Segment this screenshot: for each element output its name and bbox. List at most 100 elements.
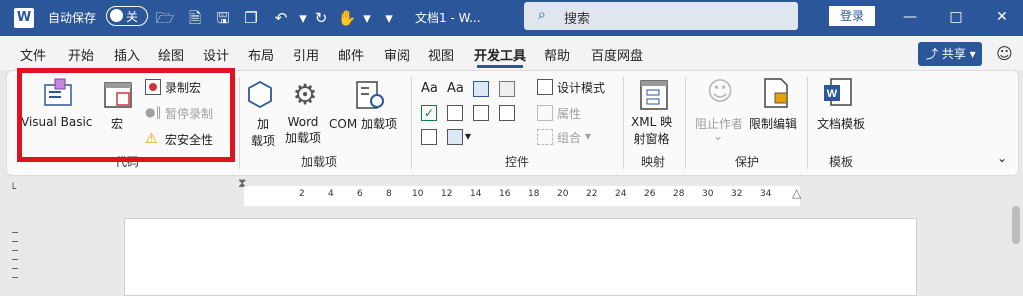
group-button[interactable]: 组合: [557, 129, 581, 146]
horizontal-ruler: 2 4 6 8 10 12 14 16 18 20 22 24 26 28 30…: [244, 186, 800, 206]
separator: [807, 77, 808, 169]
ruler-number: 6: [357, 189, 363, 199]
save-icon[interactable]: 🖫: [212, 7, 234, 29]
document-template-icon: W: [824, 78, 852, 106]
redo-icon[interactable]: ↻: [310, 7, 332, 29]
new-doc-icon[interactable]: 🗎: [184, 7, 206, 29]
repeating-section-icon[interactable]: [421, 129, 437, 145]
combo-box-icon[interactable]: [447, 105, 463, 121]
separator: [623, 77, 624, 169]
login-button[interactable]: 登录: [829, 6, 875, 26]
ribbon-tabs: 文件 开始 插入 绘图 设计 布局 引用 邮件 审阅 视图 开发工具 帮助 百度…: [0, 36, 1023, 70]
word-addins-button[interactable]: Word 加载项: [285, 115, 321, 146]
restrict-editing-button[interactable]: 限制编辑: [749, 115, 797, 132]
legacy-tools-dropdown-icon[interactable]: ▾: [465, 129, 471, 143]
properties-button[interactable]: 属性: [557, 105, 581, 122]
xml-mapping-pane-button[interactable]: XML 映 射窗格: [631, 113, 672, 147]
addins-line2: 载项: [251, 134, 276, 148]
share-label: 共享: [941, 47, 966, 61]
addins-button[interactable]: 加 载项: [251, 115, 275, 149]
block-authors-icon: ☺: [706, 77, 734, 107]
tab-insert[interactable]: 插入: [114, 45, 140, 64]
legacy-tools-icon[interactable]: [447, 129, 463, 145]
tab-references[interactable]: 引用: [293, 45, 319, 64]
properties-icon: [537, 105, 553, 121]
autosave-label: 自动保存: [48, 11, 97, 25]
touch-dropdown-icon[interactable]: ▾: [356, 7, 378, 29]
dropdown-list-icon[interactable]: [473, 105, 489, 121]
vertical-scrollbar[interactable]: [1012, 206, 1020, 244]
building-block-icon[interactable]: [499, 81, 515, 97]
tab-view[interactable]: 视图: [428, 45, 454, 64]
ruler-number: 26: [644, 189, 656, 199]
word-addins-line2: 加载项: [285, 131, 322, 145]
ruler-area: └ ⧗ 2 4 6 8 10 12 14 16 18 20 22 24 26 2…: [0, 176, 1023, 206]
gear-icon: ⚙: [292, 78, 318, 111]
tab-help[interactable]: 帮助: [544, 45, 570, 64]
ruler-number: 4: [328, 189, 334, 199]
tab-design[interactable]: 设计: [203, 45, 229, 64]
minimize-icon[interactable]: —: [898, 6, 922, 28]
person-icon[interactable]: ☺: [996, 44, 1013, 63]
highlight-box: [17, 68, 235, 162]
checkbox-control-icon[interactable]: ✓: [421, 105, 437, 121]
xml-line2: 射窗格: [633, 132, 670, 146]
tab-home[interactable]: 开始: [68, 45, 94, 64]
group-label-controls: 控件: [505, 155, 530, 169]
right-indent-icon[interactable]: △: [792, 186, 801, 200]
ruler-number: 18: [528, 189, 540, 199]
share-button[interactable]: ⤴ 共享 ▾: [918, 42, 982, 66]
separator: [239, 77, 240, 169]
copy-icon[interactable]: ❐: [240, 7, 262, 29]
title-bar: W 自动保存 关 🗁 🗎 🖫 ❐ ↶ ▾ ↻ ✋ ▾ ▾ 文档1 - W... …: [0, 0, 1023, 36]
design-mode-icon: [537, 79, 553, 95]
collapse-ribbon-icon[interactable]: ⌄: [997, 151, 1007, 165]
maximize-icon[interactable]: □: [944, 6, 968, 28]
tab-mailings[interactable]: 邮件: [338, 45, 364, 64]
ruler-number: 10: [412, 189, 424, 199]
tab-baidu-netdisk[interactable]: 百度网盘: [591, 45, 643, 64]
open-folder-icon[interactable]: 🗁: [154, 7, 176, 29]
com-addins-button[interactable]: COM 加载项: [329, 115, 397, 132]
tab-draw[interactable]: 绘图: [158, 45, 184, 64]
ruler-number: 30: [702, 189, 714, 199]
group-label-templates: 模板: [829, 155, 854, 169]
tab-selector-icon[interactable]: └: [10, 184, 16, 195]
customize-icon[interactable]: ▾: [378, 7, 400, 29]
active-tab-indicator: [477, 65, 523, 68]
design-mode-button[interactable]: 设计模式: [557, 79, 605, 96]
search-placeholder: 搜索: [564, 12, 591, 27]
group-label-addins: 加载项: [301, 155, 338, 169]
document-template-button[interactable]: 文档模板: [817, 115, 865, 132]
plain-text-control-icon[interactable]: Aa: [447, 81, 464, 96]
tab-layout[interactable]: 布局: [248, 45, 274, 64]
autosave-toggle[interactable]: 关: [106, 6, 148, 26]
word-logo-icon: W: [14, 8, 34, 28]
ruler-number: 34: [760, 189, 772, 199]
group-label-protect: 保护: [735, 155, 760, 169]
separator: [411, 77, 412, 169]
close-icon[interactable]: ✕: [990, 6, 1014, 28]
group-icon: [537, 129, 553, 145]
touch-mode-icon[interactable]: ✋: [336, 7, 358, 29]
ruler-number: 28: [673, 189, 685, 199]
search-input[interactable]: ⌕ 搜索: [524, 2, 798, 30]
word-addins-line1: Word: [287, 115, 319, 129]
ruler-number: 16: [499, 189, 511, 199]
date-picker-icon[interactable]: [499, 105, 515, 121]
document-page[interactable]: [124, 218, 917, 296]
separator: [685, 77, 686, 169]
tab-developer[interactable]: 开发工具: [474, 45, 526, 64]
vertical-ruler: [12, 218, 22, 296]
picture-control-icon[interactable]: [473, 81, 489, 97]
com-addins-icon: [356, 81, 384, 109]
ruler-number: 24: [615, 189, 627, 199]
tab-review[interactable]: 审阅: [384, 45, 410, 64]
group-dropdown-icon: ▾: [585, 129, 592, 143]
xml-mapping-icon: [640, 80, 668, 110]
ruler-number: 12: [441, 189, 453, 199]
undo-icon[interactable]: ↶: [270, 7, 292, 29]
rich-text-control-icon[interactable]: Aa: [421, 81, 438, 96]
ruler-number: 14: [470, 189, 482, 199]
tab-file[interactable]: 文件: [20, 45, 46, 64]
